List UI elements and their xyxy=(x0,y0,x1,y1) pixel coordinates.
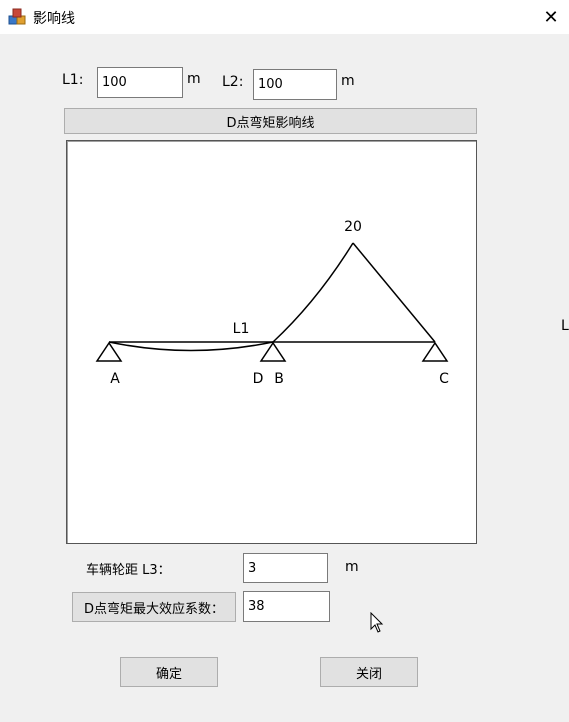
support-b-triangle xyxy=(259,341,287,362)
app-cubes-icon xyxy=(8,8,26,25)
influence-line-diagram: 20 L1 A D B C xyxy=(95,219,449,387)
support-b-label: B xyxy=(274,371,284,387)
influence-line-canvas: 20 L1 A D B C xyxy=(66,140,477,544)
influence-line-descent xyxy=(352,242,436,343)
support-a-triangle xyxy=(95,341,123,362)
diagram-header: D点弯矩影响线 xyxy=(64,108,477,134)
l2-label: L2: xyxy=(222,74,244,90)
l2-unit: m xyxy=(341,73,355,89)
title-bar: 影响线 ✕ xyxy=(0,0,569,34)
coef-label: D点弯矩最大效应系数： xyxy=(72,592,236,622)
l2-input[interactable] xyxy=(253,69,337,100)
mouse-cursor-icon xyxy=(370,612,384,633)
support-a-label: A xyxy=(110,371,120,387)
edge-label: L xyxy=(561,318,569,334)
peak-value-label: 20 xyxy=(344,219,362,235)
window-title: 影响线 xyxy=(33,11,75,27)
l1-label: L1: xyxy=(62,72,84,88)
point-d-label: D xyxy=(253,371,264,387)
l1-unit: m xyxy=(187,71,201,87)
l3-unit: m xyxy=(345,559,359,575)
l3-input[interactable] xyxy=(243,553,328,583)
ok-button[interactable]: 确定 xyxy=(120,657,218,687)
close-button[interactable]: 关闭 xyxy=(320,657,418,687)
influence-curve-rise xyxy=(272,242,354,343)
l1-input[interactable] xyxy=(97,67,183,98)
support-c-triangle xyxy=(421,341,449,362)
l3-label: 车辆轮距 L3： xyxy=(86,563,171,578)
close-icon[interactable]: ✕ xyxy=(533,0,569,34)
support-c-label: C xyxy=(439,371,449,387)
span-label: L1 xyxy=(233,321,250,337)
influence-curve-span1 xyxy=(108,341,274,352)
coef-output[interactable] xyxy=(243,591,330,622)
